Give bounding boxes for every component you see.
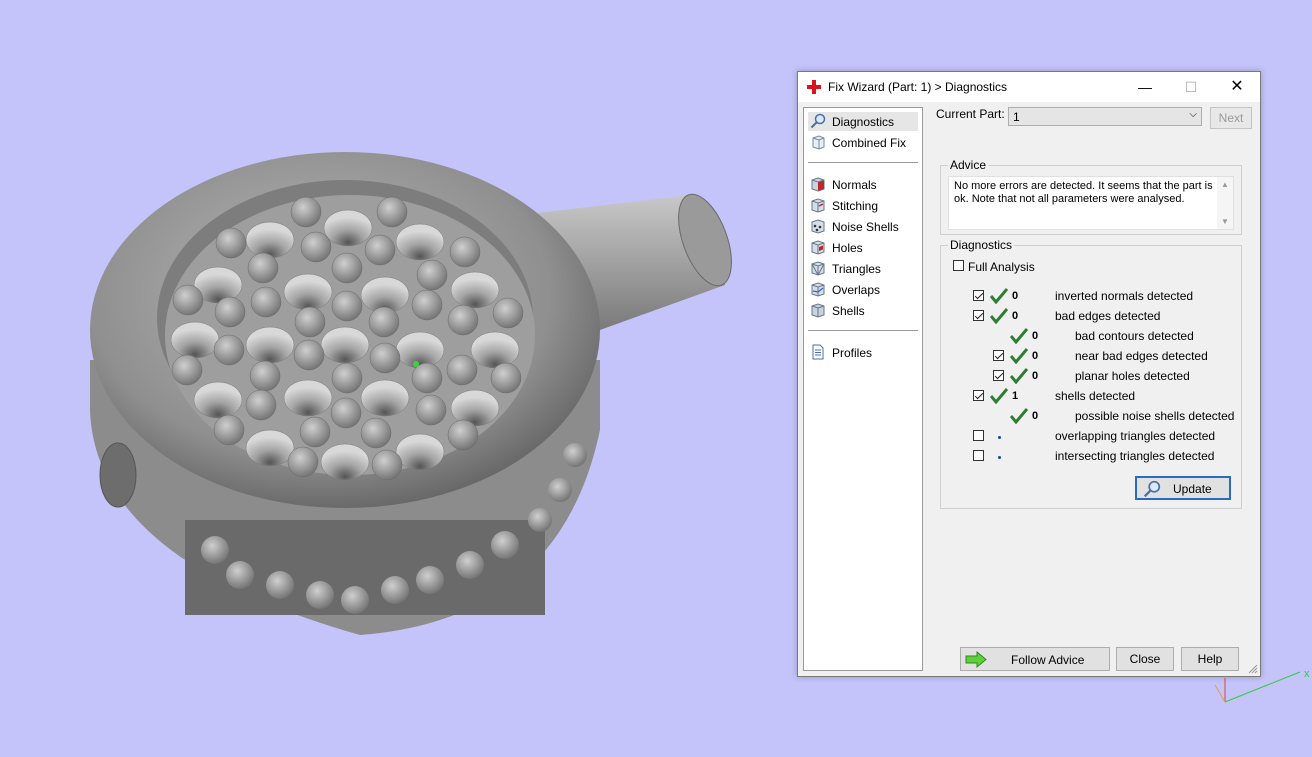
shells-label: shells detected bbox=[1055, 389, 1136, 403]
near-bad-edges-label: near bad edges detected bbox=[1075, 349, 1208, 363]
advice-title: Advice bbox=[948, 158, 989, 172]
follow-advice-button[interactable]: Follow Advice bbox=[960, 647, 1110, 671]
shells-count: 1 bbox=[1012, 390, 1019, 402]
scroll-down-icon[interactable]: ▼ bbox=[1221, 217, 1229, 226]
nav-item-diagnostics[interactable]: Diagnostics bbox=[808, 112, 918, 131]
maximize-button[interactable]: ☐ bbox=[1168, 72, 1214, 102]
nav-item-shells[interactable]: Shells bbox=[808, 301, 918, 320]
advice-scrollbar[interactable]: ▲ ▼ bbox=[1217, 177, 1233, 229]
fix-wizard-dialog: Fix Wizard (Part: 1) > Diagnostics — ☐ ✕… bbox=[797, 71, 1261, 677]
stitching-cube-icon bbox=[811, 198, 825, 213]
overlapping-triangles-label: overlapping triangles detected bbox=[1055, 429, 1216, 443]
inverted-normals-label: inverted normals detected bbox=[1055, 289, 1194, 303]
bad-edges-label: bad edges detected bbox=[1055, 309, 1161, 323]
intersecting-triangles-label: intersecting triangles detected bbox=[1055, 449, 1215, 463]
nav-item-stitching[interactable]: Stitching bbox=[808, 196, 918, 215]
nav-divider bbox=[808, 162, 918, 163]
nav-item-profiles[interactable]: Profiles bbox=[808, 343, 918, 362]
advice-textbox[interactable]: No more errors are detected. It seems th… bbox=[948, 176, 1234, 230]
near-bad-edges-checkbox[interactable] bbox=[993, 350, 1004, 361]
triangles-cube-icon bbox=[811, 261, 825, 276]
nav-label: Triangles bbox=[832, 262, 881, 276]
nav-label: Diagnostics bbox=[832, 115, 895, 129]
full-analysis-label: Full Analysis bbox=[968, 260, 1035, 274]
magnifier-icon bbox=[810, 113, 826, 129]
current-part-value: 1 bbox=[1013, 110, 1020, 124]
pending-dot-icon bbox=[998, 436, 1001, 439]
bad-contours-count: 0 bbox=[1032, 330, 1039, 342]
magnifier-icon bbox=[1143, 480, 1161, 498]
noise-shells-icon bbox=[811, 219, 825, 234]
bad-edges-count: 0 bbox=[1012, 310, 1019, 322]
close-window-button[interactable]: ✕ bbox=[1214, 72, 1260, 102]
update-button[interactable]: Update bbox=[1135, 476, 1231, 500]
check-icon bbox=[1010, 348, 1028, 364]
check-icon bbox=[1010, 408, 1028, 424]
check-icon bbox=[1010, 368, 1028, 384]
help-button[interactable]: Help bbox=[1181, 647, 1239, 671]
nav-label: Shells bbox=[832, 304, 865, 318]
arrow-right-icon bbox=[965, 651, 987, 668]
inverted-normals-checkbox[interactable] bbox=[973, 290, 984, 301]
check-icon bbox=[990, 388, 1008, 404]
selection-marker bbox=[413, 361, 419, 367]
check-icon bbox=[990, 308, 1008, 324]
nav-item-holes[interactable]: Holes bbox=[808, 238, 918, 257]
nav-item-triangles[interactable]: Triangles bbox=[808, 259, 918, 278]
svg-text:x: x bbox=[1304, 668, 1310, 680]
holes-cube-icon bbox=[811, 240, 825, 255]
bad-edges-checkbox[interactable] bbox=[973, 310, 984, 321]
near-bad-edges-count: 0 bbox=[1032, 350, 1039, 362]
overlapping-triangles-checkbox[interactable] bbox=[973, 430, 984, 441]
check-icon bbox=[990, 288, 1008, 304]
next-button[interactable]: Next bbox=[1210, 107, 1252, 129]
resize-grip-icon[interactable] bbox=[1248, 664, 1258, 674]
pending-dot-icon bbox=[998, 456, 1001, 459]
noise-shells-count: 0 bbox=[1032, 410, 1039, 422]
intersecting-triangles-checkbox[interactable] bbox=[973, 450, 984, 461]
cube-icon bbox=[812, 135, 825, 150]
nav-item-overlaps[interactable]: Overlaps bbox=[808, 280, 918, 299]
planar-holes-checkbox[interactable] bbox=[993, 370, 1004, 381]
advice-text: No more errors are detected. It seems th… bbox=[954, 180, 1213, 205]
follow-advice-label: Follow Advice bbox=[1011, 653, 1085, 667]
side-hole bbox=[99, 442, 137, 508]
red-cross-icon bbox=[807, 80, 821, 94]
chevron-down-icon: ⌵ bbox=[1189, 109, 1197, 120]
nav-label: Profiles bbox=[832, 346, 873, 360]
current-part-label: Current Part: bbox=[936, 107, 1005, 121]
minimize-button[interactable]: — bbox=[1122, 72, 1168, 102]
full-analysis-checkbox[interactable] bbox=[953, 260, 964, 271]
nav-label: Normals bbox=[832, 178, 877, 192]
nav-label: Overlaps bbox=[832, 283, 881, 297]
nav-item-normals[interactable]: Normals bbox=[808, 175, 918, 194]
nav-label: Noise Shells bbox=[832, 220, 899, 234]
overlaps-cube-icon bbox=[811, 282, 825, 297]
nav-divider bbox=[808, 330, 918, 331]
update-label: Update bbox=[1173, 482, 1212, 496]
scroll-up-icon[interactable]: ▲ bbox=[1221, 180, 1229, 189]
nav-label: Combined Fix bbox=[832, 136, 907, 150]
inverted-normals-count: 0 bbox=[1012, 290, 1019, 302]
planar-holes-count: 0 bbox=[1032, 370, 1039, 382]
bad-contours-label: bad contours detected bbox=[1075, 329, 1194, 343]
shells-checkbox[interactable] bbox=[973, 390, 984, 401]
diagnostics-title: Diagnostics bbox=[948, 238, 1015, 252]
dialog-title: Fix Wizard (Part: 1) > Diagnostics bbox=[828, 80, 1008, 94]
wizard-navigation: Diagnostics Combined Fix Normals Stitchi… bbox=[803, 107, 923, 671]
part-model[interactable] bbox=[0, 0, 790, 757]
shells-cube-icon bbox=[811, 303, 825, 318]
normals-cube-icon bbox=[811, 177, 825, 192]
current-part-select[interactable]: 1 ⌵ bbox=[1008, 107, 1202, 126]
title-bar[interactable]: Fix Wizard (Part: 1) > Diagnostics — ☐ ✕ bbox=[798, 72, 1260, 102]
nav-label: Holes bbox=[832, 241, 863, 255]
document-icon bbox=[812, 344, 824, 360]
nav-label: Stitching bbox=[832, 199, 879, 213]
nav-item-noise-shells[interactable]: Noise Shells bbox=[808, 217, 918, 236]
planar-holes-label: planar holes detected bbox=[1075, 369, 1190, 383]
nav-item-combined-fix[interactable]: Combined Fix bbox=[808, 133, 918, 152]
noise-shells-label: possible noise shells detected bbox=[1075, 409, 1235, 423]
close-button[interactable]: Close bbox=[1116, 647, 1174, 671]
check-icon bbox=[1010, 328, 1028, 344]
